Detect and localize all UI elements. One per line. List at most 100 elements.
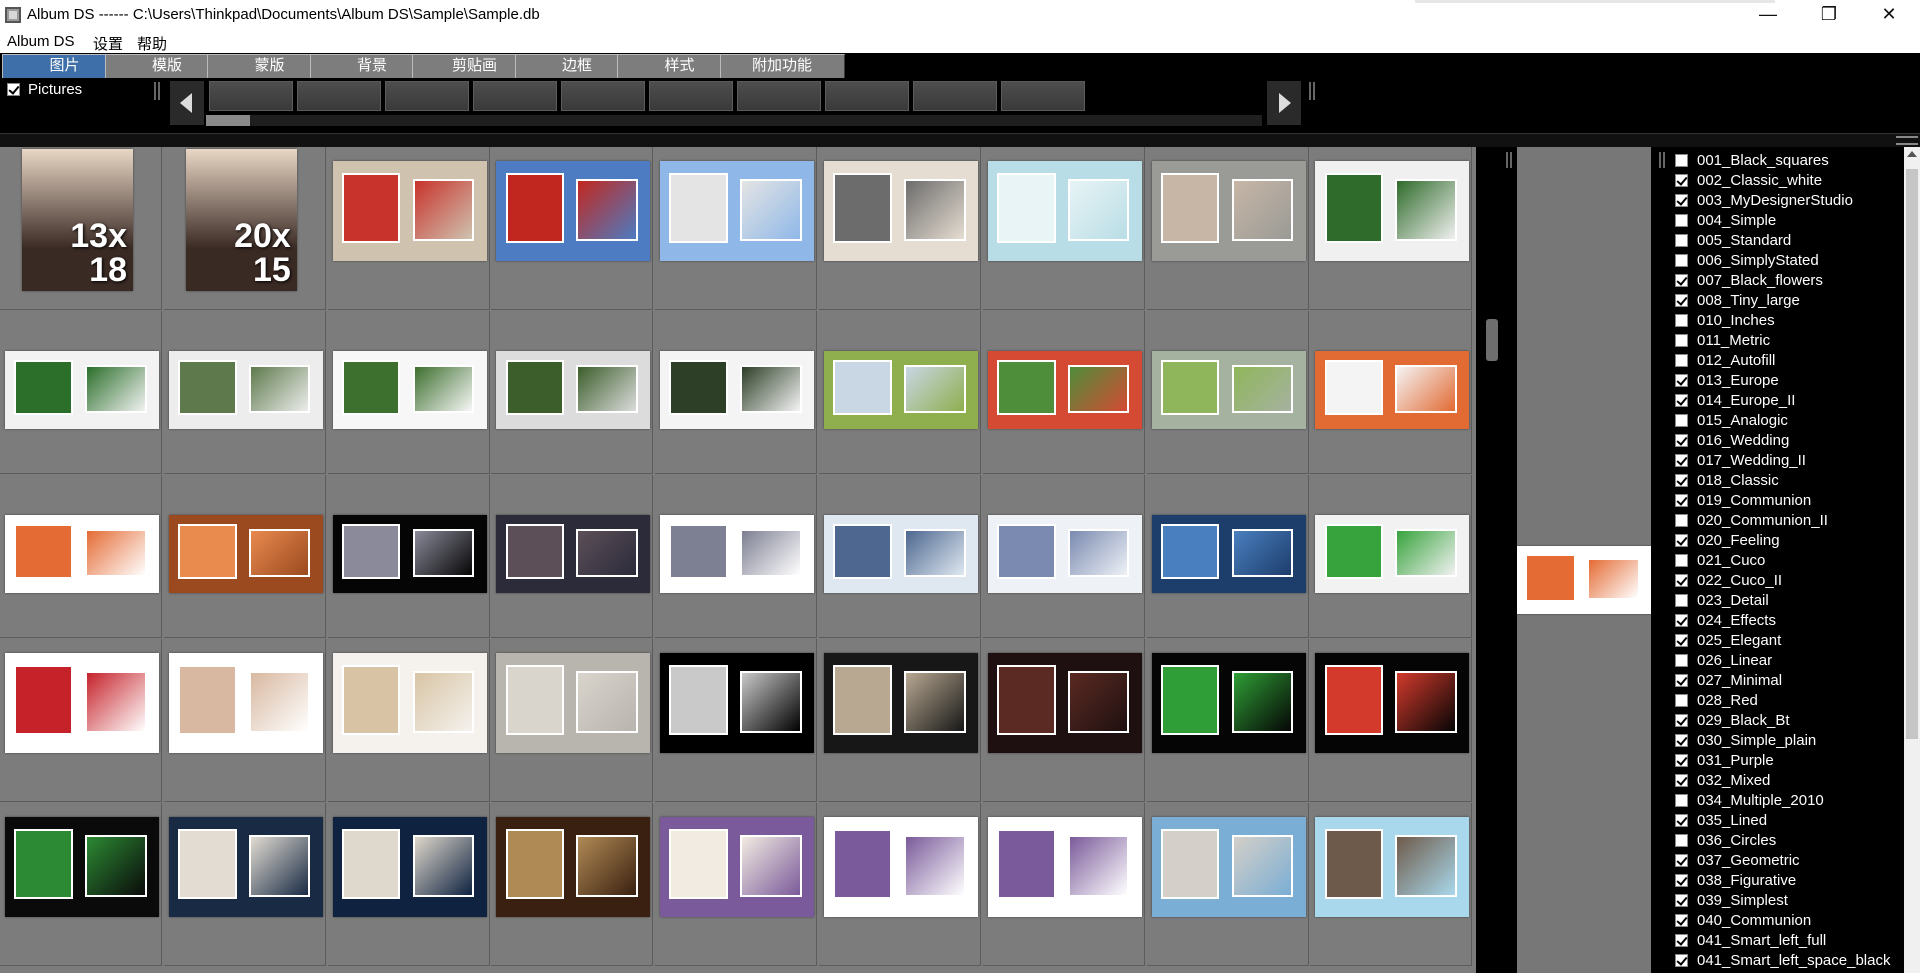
template-cell[interactable] [819, 147, 981, 310]
style-checkbox[interactable] [1675, 254, 1688, 267]
style-checkbox[interactable] [1675, 334, 1688, 347]
style-list-item[interactable]: 006_SimplyStated [1667, 251, 1903, 271]
style-checkbox[interactable] [1675, 154, 1688, 167]
template-thumbnail[interactable] [332, 653, 487, 753]
style-list-item[interactable]: 020_Communion_II [1667, 511, 1903, 531]
template-cell[interactable] [1146, 639, 1309, 802]
style-checkbox[interactable] [1675, 754, 1688, 767]
style-checkbox[interactable] [1675, 674, 1688, 687]
style-checkbox[interactable] [1675, 734, 1688, 747]
template-cell[interactable] [491, 311, 654, 474]
style-list-item[interactable]: 016_Wedding [1667, 431, 1903, 451]
template-thumbnail[interactable] [332, 515, 487, 593]
filmstrip-thumbnail[interactable] [1001, 81, 1085, 111]
style-list-item[interactable]: 012_Autofill [1667, 351, 1903, 371]
template-cell[interactable] [491, 639, 654, 802]
filmstrip-thumbnail[interactable] [913, 81, 997, 111]
template-thumbnail[interactable] [824, 351, 978, 429]
style-checkbox[interactable] [1675, 274, 1688, 287]
template-cell[interactable] [819, 475, 981, 638]
style-list-item[interactable]: 039_Simplest [1667, 891, 1903, 911]
filmstrip-thumbnail[interactable] [473, 81, 557, 111]
style-list-item[interactable]: 036_Circles [1667, 831, 1903, 851]
template-cell[interactable]: 13x 18 [0, 147, 162, 310]
template-cell[interactable] [1146, 803, 1309, 966]
style-list-item[interactable]: 034_Multiple_2010 [1667, 791, 1903, 811]
style-list-item[interactable]: 041_Smart_left_full [1667, 931, 1903, 951]
filmstrip-thumbnail[interactable] [209, 81, 293, 111]
style-checkbox[interactable] [1675, 314, 1688, 327]
template-thumbnail[interactable] [496, 515, 651, 593]
style-list-item[interactable]: 023_Detail [1667, 591, 1903, 611]
style-checkbox[interactable] [1675, 854, 1688, 867]
template-cell[interactable] [163, 475, 326, 638]
template-thumbnail[interactable] [1151, 351, 1306, 429]
style-list-item[interactable]: 030_Simple_plain [1667, 731, 1903, 751]
divider-grip-icon[interactable] [1896, 136, 1918, 145]
filmstrip-scrollbar-thumb[interactable] [206, 115, 250, 126]
template-cell[interactable] [1146, 147, 1309, 310]
menu-help[interactable]: 帮助 [137, 33, 167, 54]
style-checkbox[interactable] [1675, 374, 1688, 387]
panel-divider[interactable] [0, 133, 1920, 147]
template-thumbnail[interactable] [660, 515, 815, 593]
template-thumbnail[interactable] [660, 351, 815, 429]
template-cell[interactable]: 20x 15 [163, 147, 326, 310]
template-cell[interactable] [1310, 639, 1473, 802]
template-cell[interactable] [491, 147, 654, 310]
template-cell[interactable] [327, 311, 490, 474]
template-thumbnail[interactable] [660, 161, 815, 261]
style-list-item[interactable]: 029_Black_Bt [1667, 711, 1903, 731]
grid-splitter-grip[interactable] [1506, 152, 1512, 168]
template-thumbnail[interactable] [5, 653, 159, 753]
style-list-item[interactable]: 019_Communion [1667, 491, 1903, 511]
template-cell[interactable] [982, 639, 1145, 802]
template-cell[interactable] [491, 803, 654, 966]
style-list-item[interactable]: 003_MyDesignerStudio [1667, 191, 1903, 211]
template-thumbnail[interactable] [496, 817, 651, 917]
style-checkbox[interactable] [1675, 494, 1688, 507]
filmstrip-next-button[interactable] [1267, 81, 1301, 125]
template-thumbnail[interactable] [168, 515, 323, 593]
style-checkbox[interactable] [1675, 814, 1688, 827]
template-cell[interactable] [655, 803, 818, 966]
template-cell[interactable] [1146, 311, 1309, 474]
style-checkbox[interactable] [1675, 914, 1688, 927]
template-cell[interactable] [0, 475, 162, 638]
style-list-item[interactable]: 008_Tiny_large [1667, 291, 1903, 311]
template-thumbnail[interactable] [332, 351, 487, 429]
template-thumbnail[interactable] [824, 653, 978, 753]
template-cell[interactable] [163, 639, 326, 802]
template-cell[interactable] [1310, 475, 1473, 638]
template-cell[interactable] [655, 639, 818, 802]
template-cell[interactable] [982, 147, 1145, 310]
style-list-item[interactable]: 004_Simple [1667, 211, 1903, 231]
style-checkbox[interactable] [1675, 534, 1688, 547]
style-list-scrollbar[interactable] [1904, 147, 1920, 973]
style-checkbox[interactable] [1675, 954, 1688, 967]
style-list-item[interactable]: 013_Europe [1667, 371, 1903, 391]
style-checkbox[interactable] [1675, 694, 1688, 707]
style-list-item[interactable]: 011_Metric [1667, 331, 1903, 351]
style-list-item[interactable]: 010_Inches [1667, 311, 1903, 331]
template-thumbnail[interactable] [987, 515, 1142, 593]
template-thumbnail[interactable] [1315, 515, 1470, 593]
style-list-item[interactable]: 002_Classic_white [1667, 171, 1903, 191]
template-cell[interactable] [1310, 147, 1473, 310]
template-thumbnail[interactable] [824, 817, 978, 917]
menu-album-ds[interactable]: Album DS [7, 33, 75, 50]
maximize-button[interactable]: ❐ [1806, 0, 1852, 30]
style-checkbox[interactable] [1675, 214, 1688, 227]
style-list-item[interactable]: 041_Smart_left_space_black [1667, 951, 1903, 971]
style-list-item[interactable]: 027_Minimal [1667, 671, 1903, 691]
template-thumbnail[interactable] [1151, 515, 1306, 593]
template-thumbnail[interactable] [496, 351, 651, 429]
style-list-item[interactable]: 014_Europe_II [1667, 391, 1903, 411]
template-thumbnail[interactable] [660, 817, 815, 917]
template-cell[interactable] [1310, 311, 1473, 474]
style-list-splitter-grip[interactable] [1659, 152, 1665, 168]
filmstrip-scrollbar[interactable] [206, 115, 1262, 126]
filmstrip-prev-button[interactable] [170, 81, 204, 125]
template-thumbnail[interactable] [660, 653, 815, 753]
pictures-checkbox[interactable] [7, 83, 20, 96]
